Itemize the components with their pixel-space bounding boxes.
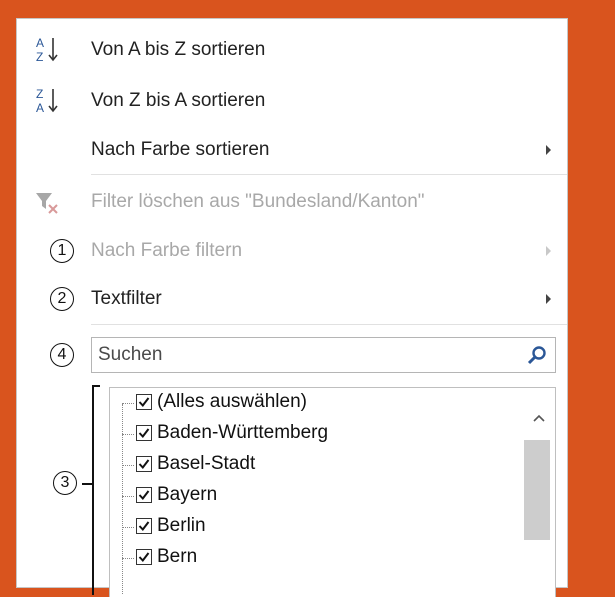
callout-bracket bbox=[92, 385, 100, 595]
checkmark-icon bbox=[138, 397, 150, 408]
callout-3: 3 bbox=[53, 471, 77, 495]
list-item[interactable]: (Alles auswählen) bbox=[110, 388, 555, 419]
menu-separator bbox=[91, 174, 567, 175]
filter-by-color-item[interactable]: 1 Nach Farbe filtern bbox=[17, 230, 567, 272]
callout-bracket-tick bbox=[82, 483, 93, 485]
submenu-arrow-icon bbox=[546, 294, 551, 304]
filter-by-color-label: Nach Farbe filtern bbox=[91, 240, 243, 261]
list-item[interactable]: Berlin bbox=[110, 512, 555, 543]
checkbox-checked[interactable] bbox=[136, 549, 152, 565]
tree-connector bbox=[122, 403, 134, 404]
submenu-arrow-icon bbox=[546, 246, 551, 256]
list-item[interactable]: Bayern bbox=[110, 481, 555, 512]
list-item-label: Bern bbox=[157, 546, 198, 567]
callout-2: 2 bbox=[50, 287, 74, 311]
clear-filter-icon bbox=[36, 193, 58, 214]
checkbox-checked[interactable] bbox=[136, 425, 152, 441]
search-input[interactable] bbox=[98, 338, 518, 372]
list-item[interactable]: Basel-Stadt bbox=[110, 450, 555, 481]
list-item-label: Basel-Stadt bbox=[157, 453, 256, 474]
list-item-label: Berlin bbox=[157, 515, 206, 536]
checkbox-checked[interactable] bbox=[136, 456, 152, 472]
checkmark-icon bbox=[138, 459, 150, 470]
search-icon[interactable] bbox=[527, 345, 547, 365]
clear-filter-item[interactable]: Filter löschen aus "Bundesland/Kanton" bbox=[17, 181, 567, 223]
submenu-arrow-icon bbox=[546, 145, 551, 155]
text-filter-item[interactable]: 2 Textfilter bbox=[17, 278, 567, 320]
tree-connector bbox=[122, 465, 134, 466]
menu-separator bbox=[91, 324, 567, 325]
sort-ascending-label: Von A bis Z sortieren bbox=[91, 39, 266, 60]
callout-4: 4 bbox=[50, 343, 74, 367]
tree-connector bbox=[122, 434, 134, 435]
checkmark-icon bbox=[138, 521, 150, 532]
checkbox-checked[interactable] bbox=[136, 518, 152, 534]
list-item-label: Bayern bbox=[157, 484, 218, 505]
svg-text:Z: Z bbox=[36, 50, 43, 64]
callout-1: 1 bbox=[50, 239, 74, 263]
sort-descending-label: Von Z bis A sortieren bbox=[91, 90, 266, 111]
list-item-label: Baden-Württemberg bbox=[157, 422, 329, 443]
value-checklist: (Alles auswählen) Baden-Württemberg Base… bbox=[109, 387, 556, 597]
tree-connector bbox=[122, 527, 134, 528]
clear-filter-label: Filter löschen aus "Bundesland/Kanton" bbox=[91, 191, 425, 212]
filter-dropdown-menu: A Z Von A bis Z sortieren Z A Von Z bis … bbox=[16, 18, 568, 597]
checkmark-icon bbox=[138, 490, 150, 501]
scroll-up-icon[interactable] bbox=[533, 414, 545, 422]
tree-connector bbox=[122, 558, 134, 559]
checkmark-icon bbox=[138, 552, 150, 563]
text-filter-label: Textfilter bbox=[91, 288, 162, 309]
tree-connector bbox=[122, 496, 134, 497]
sort-ascending-item[interactable]: A Z Von A bis Z sortieren bbox=[17, 29, 567, 71]
list-item[interactable]: Bern bbox=[110, 543, 555, 574]
svg-text:Z: Z bbox=[36, 87, 43, 101]
sort-descending-item[interactable]: Z A Von Z bis A sortieren bbox=[17, 80, 567, 122]
checkmark-icon bbox=[138, 428, 150, 439]
sort-z-a-icon: Z A bbox=[36, 87, 58, 115]
list-item[interactable]: Baden-Württemberg bbox=[110, 419, 555, 450]
search-box bbox=[91, 337, 556, 373]
list-item-label: (Alles auswählen) bbox=[157, 391, 307, 412]
sort-by-color-item[interactable]: Nach Farbe sortieren bbox=[17, 129, 567, 171]
svg-text:A: A bbox=[36, 101, 44, 115]
sort-by-color-label: Nach Farbe sortieren bbox=[91, 139, 270, 160]
sort-a-z-icon: A Z bbox=[36, 36, 58, 64]
scrollbar-thumb[interactable] bbox=[524, 440, 550, 540]
svg-text:A: A bbox=[36, 36, 44, 50]
checkbox-checked[interactable] bbox=[136, 394, 152, 410]
checkbox-checked[interactable] bbox=[136, 487, 152, 503]
